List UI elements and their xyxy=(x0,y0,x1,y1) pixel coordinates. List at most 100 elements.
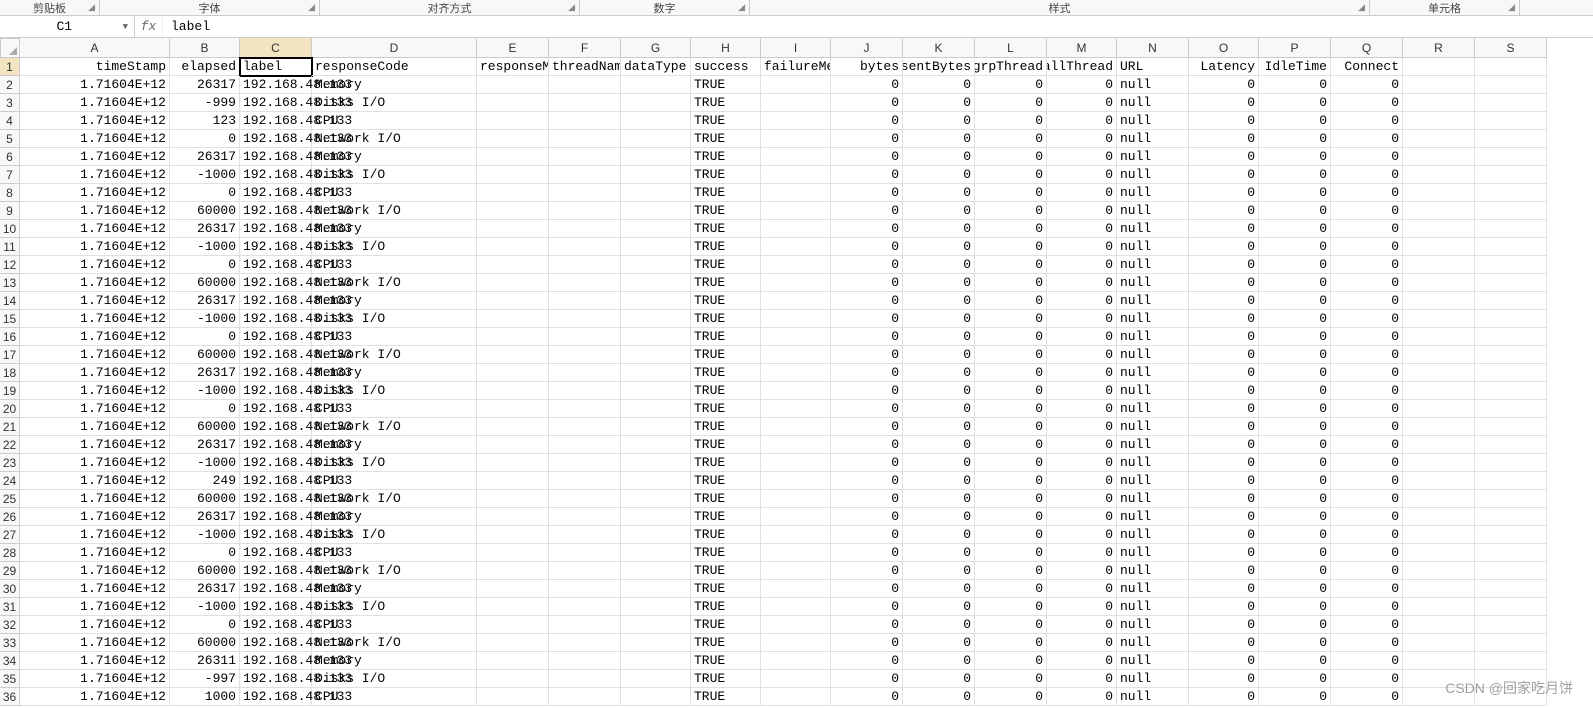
cell-D25[interactable]: Network I/O xyxy=(312,490,477,508)
cell-F27[interactable] xyxy=(549,526,621,544)
cell-L30[interactable]: 0 xyxy=(975,580,1047,598)
cell-F12[interactable] xyxy=(549,256,621,274)
row-header-8[interactable]: 8 xyxy=(0,184,20,202)
cell-J27[interactable]: 0 xyxy=(831,526,903,544)
cell-S3[interactable] xyxy=(1475,94,1547,112)
cell-A16[interactable]: 1.71604E+12 xyxy=(20,328,170,346)
cell-M26[interactable]: 0 xyxy=(1047,508,1117,526)
col-header-R[interactable]: R xyxy=(1403,38,1475,58)
cell-O16[interactable]: 0 xyxy=(1189,328,1259,346)
cell-C1[interactable]: label xyxy=(240,58,312,76)
cell-R2[interactable] xyxy=(1403,76,1475,94)
cell-G8[interactable] xyxy=(621,184,691,202)
cell-R27[interactable] xyxy=(1403,526,1475,544)
cell-R34[interactable] xyxy=(1403,652,1475,670)
cell-L33[interactable]: 0 xyxy=(975,634,1047,652)
cell-H34[interactable]: TRUE xyxy=(691,652,761,670)
cell-K21[interactable]: 0 xyxy=(903,418,975,436)
cell-E22[interactable] xyxy=(477,436,549,454)
select-all-corner[interactable] xyxy=(0,38,20,58)
cell-H3[interactable]: TRUE xyxy=(691,94,761,112)
row-header-23[interactable]: 23 xyxy=(0,454,20,472)
cell-H20[interactable]: TRUE xyxy=(691,400,761,418)
cell-H19[interactable]: TRUE xyxy=(691,382,761,400)
cell-G6[interactable] xyxy=(621,148,691,166)
cell-S26[interactable] xyxy=(1475,508,1547,526)
row-header-34[interactable]: 34 xyxy=(0,652,20,670)
cell-P29[interactable]: 0 xyxy=(1259,562,1331,580)
cell-O28[interactable]: 0 xyxy=(1189,544,1259,562)
cell-P36[interactable]: 0 xyxy=(1259,688,1331,706)
cell-S21[interactable] xyxy=(1475,418,1547,436)
col-header-S[interactable]: S xyxy=(1475,38,1547,58)
cell-S29[interactable] xyxy=(1475,562,1547,580)
cell-S19[interactable] xyxy=(1475,382,1547,400)
cell-E33[interactable] xyxy=(477,634,549,652)
cell-O33[interactable]: 0 xyxy=(1189,634,1259,652)
cell-K25[interactable]: 0 xyxy=(903,490,975,508)
cell-M8[interactable]: 0 xyxy=(1047,184,1117,202)
cell-E16[interactable] xyxy=(477,328,549,346)
cell-L15[interactable]: 0 xyxy=(975,310,1047,328)
cell-R25[interactable] xyxy=(1403,490,1475,508)
cell-L29[interactable]: 0 xyxy=(975,562,1047,580)
cell-K12[interactable]: 0 xyxy=(903,256,975,274)
cell-I32[interactable] xyxy=(761,616,831,634)
cell-H15[interactable]: TRUE xyxy=(691,310,761,328)
cell-H36[interactable]: TRUE xyxy=(691,688,761,706)
cell-O5[interactable]: 0 xyxy=(1189,130,1259,148)
cell-B16[interactable]: 0 xyxy=(170,328,240,346)
cell-I35[interactable] xyxy=(761,670,831,688)
row-header-12[interactable]: 12 xyxy=(0,256,20,274)
cell-J6[interactable]: 0 xyxy=(831,148,903,166)
cell-M22[interactable]: 0 xyxy=(1047,436,1117,454)
row-header-2[interactable]: 2 xyxy=(0,76,20,94)
cell-Q2[interactable]: 0 xyxy=(1331,76,1403,94)
cell-S31[interactable] xyxy=(1475,598,1547,616)
cell-K18[interactable]: 0 xyxy=(903,364,975,382)
cell-A36[interactable]: 1.71604E+12 xyxy=(20,688,170,706)
cell-R3[interactable] xyxy=(1403,94,1475,112)
cell-B2[interactable]: 26317 xyxy=(170,76,240,94)
cell-N19[interactable]: null xyxy=(1117,382,1189,400)
cell-O35[interactable]: 0 xyxy=(1189,670,1259,688)
cell-F23[interactable] xyxy=(549,454,621,472)
cell-I14[interactable] xyxy=(761,292,831,310)
cell-R15[interactable] xyxy=(1403,310,1475,328)
cell-E28[interactable] xyxy=(477,544,549,562)
cell-D5[interactable]: Network I/O xyxy=(312,130,477,148)
expand-icon[interactable]: ◢ xyxy=(738,2,745,13)
cell-D2[interactable]: Memory xyxy=(312,76,477,94)
cell-E8[interactable] xyxy=(477,184,549,202)
cell-G4[interactable] xyxy=(621,112,691,130)
cell-L9[interactable]: 0 xyxy=(975,202,1047,220)
cell-J32[interactable]: 0 xyxy=(831,616,903,634)
cell-E6[interactable] xyxy=(477,148,549,166)
cell-C13[interactable]: 192.168.48.133 xyxy=(240,274,312,292)
cell-M14[interactable]: 0 xyxy=(1047,292,1117,310)
cell-G11[interactable] xyxy=(621,238,691,256)
cell-B11[interactable]: -1000 xyxy=(170,238,240,256)
cell-L13[interactable]: 0 xyxy=(975,274,1047,292)
cell-H32[interactable]: TRUE xyxy=(691,616,761,634)
cell-G35[interactable] xyxy=(621,670,691,688)
cell-Q3[interactable]: 0 xyxy=(1331,94,1403,112)
cell-P15[interactable]: 0 xyxy=(1259,310,1331,328)
cell-G21[interactable] xyxy=(621,418,691,436)
cell-N34[interactable]: null xyxy=(1117,652,1189,670)
cell-E23[interactable] xyxy=(477,454,549,472)
cell-L17[interactable]: 0 xyxy=(975,346,1047,364)
cell-H23[interactable]: TRUE xyxy=(691,454,761,472)
cell-H29[interactable]: TRUE xyxy=(691,562,761,580)
cell-L2[interactable]: 0 xyxy=(975,76,1047,94)
cell-B36[interactable]: 1000 xyxy=(170,688,240,706)
cell-I5[interactable] xyxy=(761,130,831,148)
cell-K31[interactable]: 0 xyxy=(903,598,975,616)
cell-L34[interactable]: 0 xyxy=(975,652,1047,670)
row-header-7[interactable]: 7 xyxy=(0,166,20,184)
cell-K14[interactable]: 0 xyxy=(903,292,975,310)
cell-E19[interactable] xyxy=(477,382,549,400)
cell-P31[interactable]: 0 xyxy=(1259,598,1331,616)
cell-D28[interactable]: CPU xyxy=(312,544,477,562)
cell-J4[interactable]: 0 xyxy=(831,112,903,130)
